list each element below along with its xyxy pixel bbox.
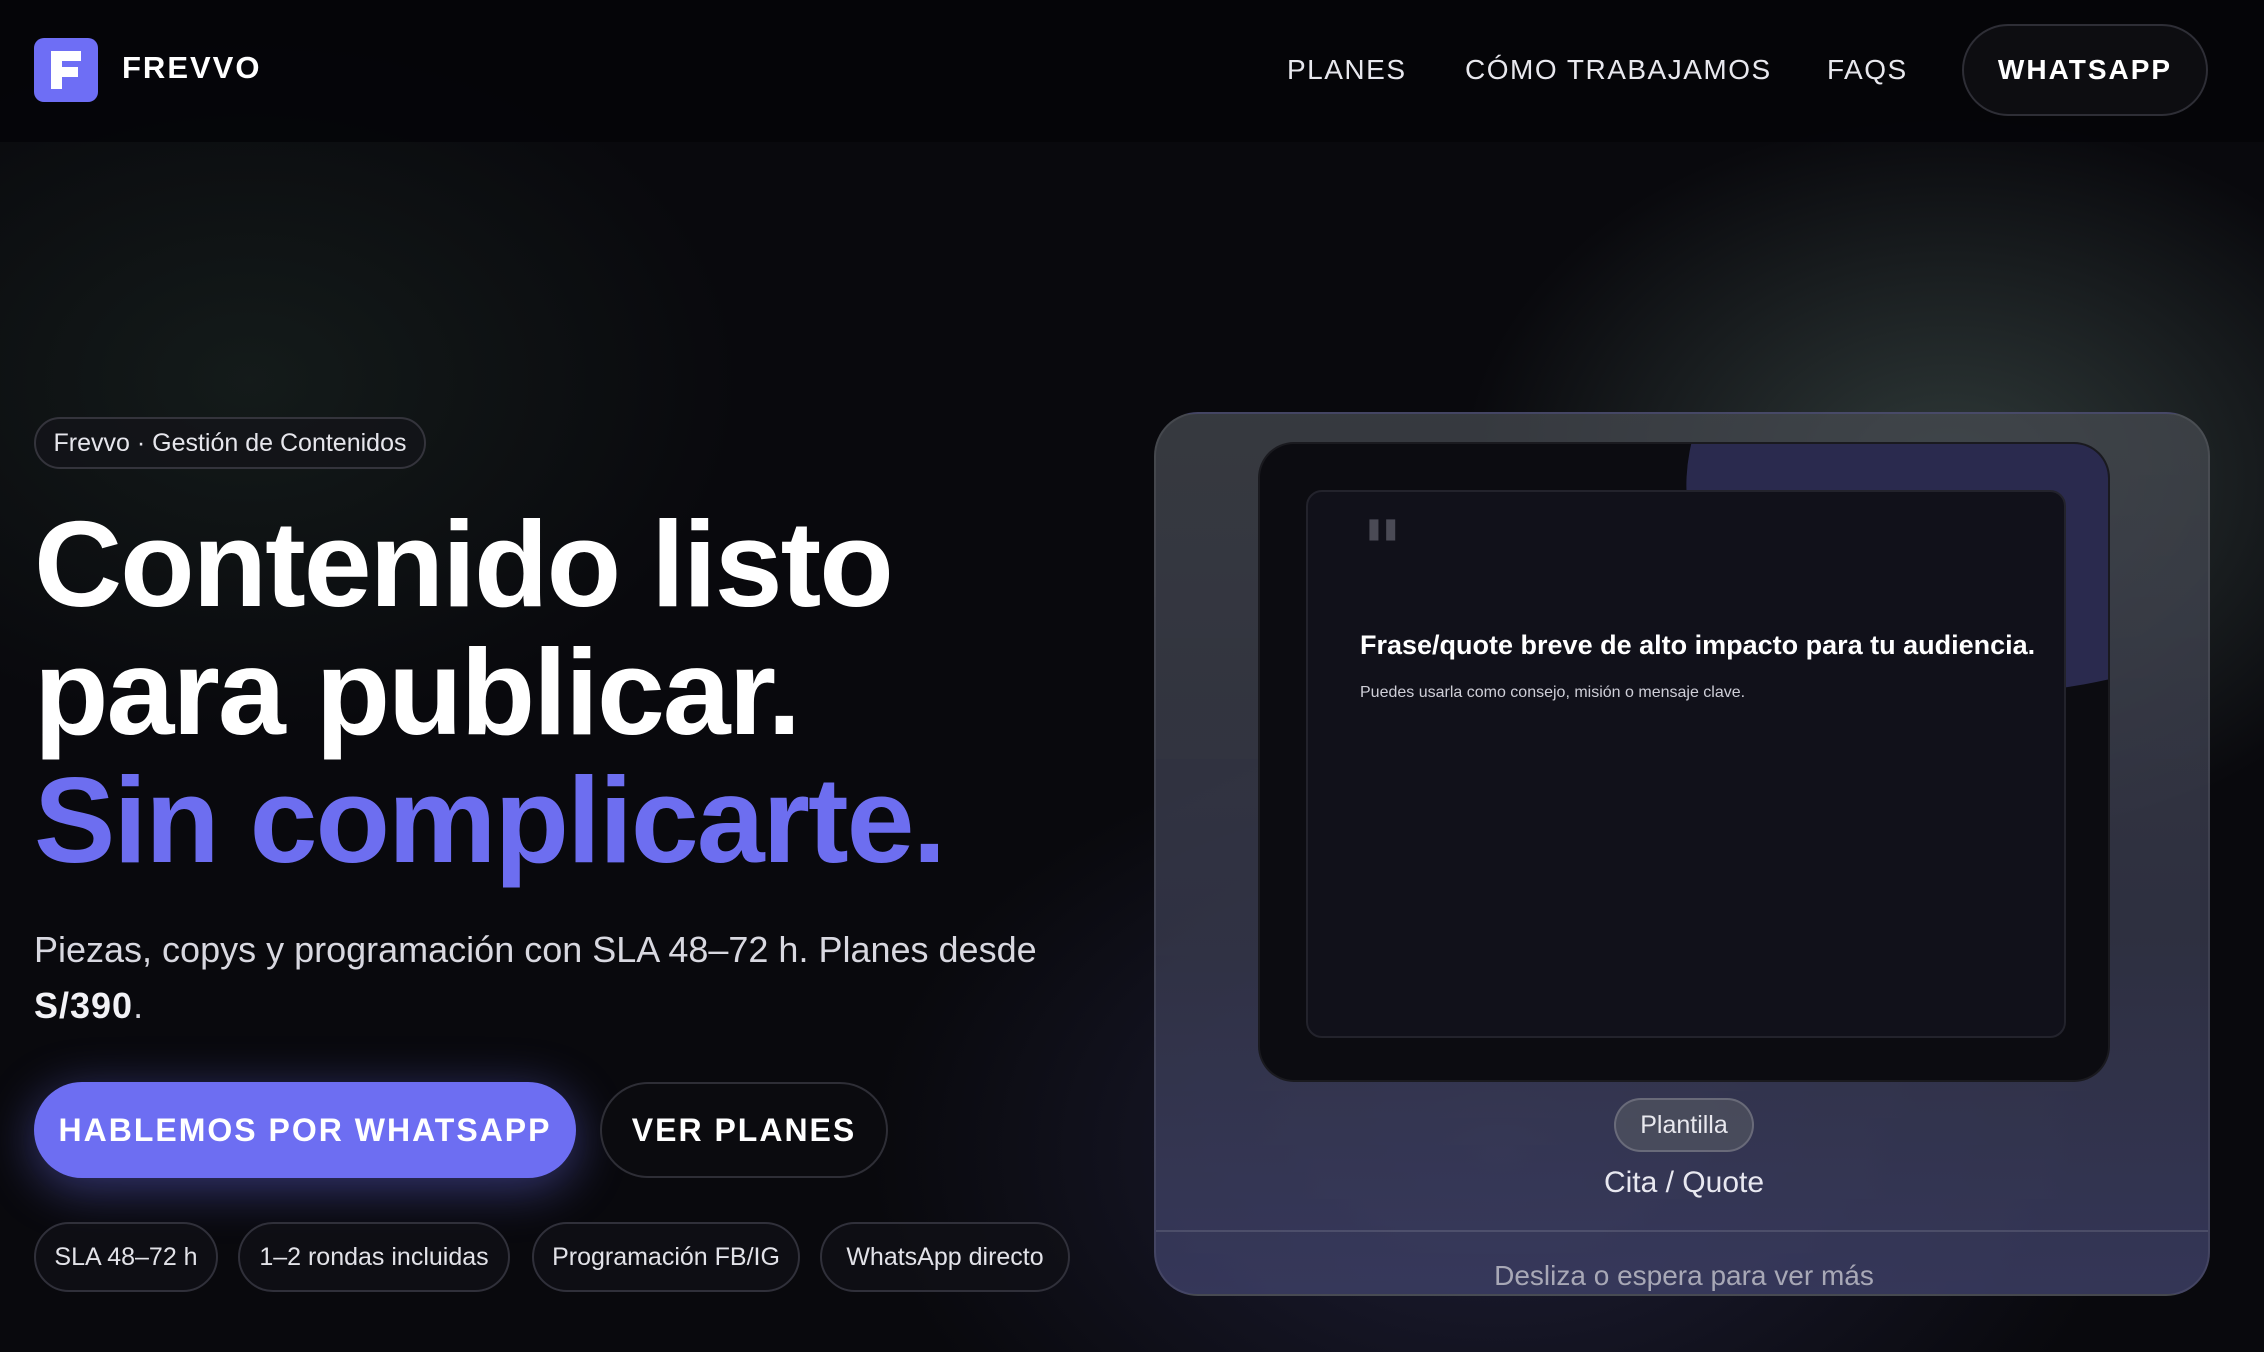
subtitle-text: Piezas, copys y programación con SLA 48–… xyxy=(34,929,1037,970)
carousel-divider xyxy=(1156,1230,2208,1232)
carousel-hint: Desliza o espera para ver más xyxy=(1494,1260,1874,1291)
ver-planes-button[interactable]: VER PLANES xyxy=(600,1082,888,1178)
frevvo-logo-icon[interactable] xyxy=(34,38,98,102)
template-tag: Plantilla xyxy=(1614,1098,1754,1152)
nav-faqs[interactable]: FAQS xyxy=(1827,54,1908,86)
nav-whatsapp-button[interactable]: WHATSAPP xyxy=(1962,24,2208,116)
feature-chip-rondas: 1–2 rondas incluidas xyxy=(238,1222,510,1292)
whatsapp-cta-button[interactable]: HABLEMOS POR WHATSAPP xyxy=(34,1082,576,1178)
template-carousel[interactable]: " Frase/quote breve de alto impacto para… xyxy=(1154,412,2210,1296)
headline-line-2: para publicar. xyxy=(34,624,801,760)
site-header: FREVVO PLANES CÓMO TRABAJAMOS FAQS WHATS… xyxy=(0,0,2264,142)
headline-accent: Sin complicarte. xyxy=(34,752,946,888)
brand-name[interactable]: FREVVO xyxy=(122,50,261,86)
feature-chip-sla: SLA 48–72 h xyxy=(34,1222,218,1292)
hero-eyebrow-badge: Frevvo · Gestión de Contenidos xyxy=(34,417,426,469)
quote-note: Puedes usarla como consejo, misión o men… xyxy=(1360,684,1746,701)
feature-chip-whatsapp: WhatsApp directo xyxy=(820,1222,1070,1292)
headline-line-1: Contenido listo xyxy=(34,496,894,632)
hero-subtitle: Piezas, copys y programación con SLA 48–… xyxy=(34,922,1074,1034)
subtitle-end: . xyxy=(133,985,144,1026)
nav-como-trabajamos[interactable]: CÓMO TRABAJAMOS xyxy=(1465,54,1772,86)
quote-text: Frase/quote breve de alto impacto para t… xyxy=(1360,630,2036,660)
nav-planes[interactable]: PLANES xyxy=(1287,54,1407,86)
quote-slide: " Frase/quote breve de alto impacto para… xyxy=(1306,490,2066,1038)
feature-chip-programacion: Programación FB/IG xyxy=(532,1222,800,1292)
subtitle-price: S/390 xyxy=(34,985,134,1026)
hero-headline: Contenido listo para publicar. Sin compl… xyxy=(34,496,946,888)
device-preview: " Frase/quote breve de alto impacto para… xyxy=(1258,442,2110,1082)
template-caption: Cita / Quote xyxy=(1603,1166,1765,1199)
quote-icon: " xyxy=(1362,504,1403,595)
